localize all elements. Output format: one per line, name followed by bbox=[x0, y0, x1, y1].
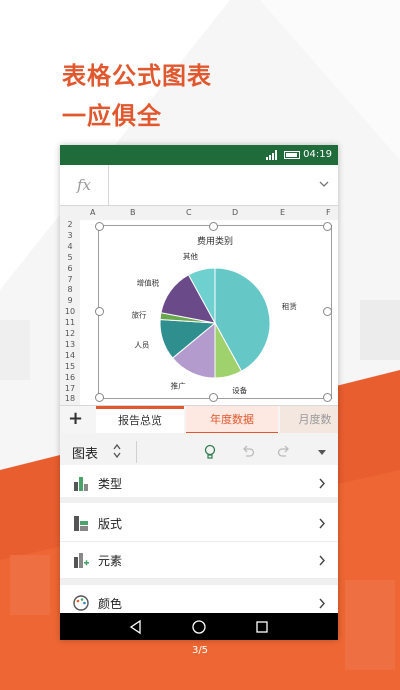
row-header[interactable]: 12 bbox=[60, 329, 80, 338]
lightbulb-icon[interactable] bbox=[202, 444, 218, 460]
menu-item-label: 颜色 bbox=[98, 597, 123, 611]
resize-handle[interactable] bbox=[209, 222, 218, 231]
menu-item-label: 版式 bbox=[98, 517, 123, 531]
chart-object[interactable]: 费用类别 租赁设备 推广 人员 旅行 增值税 其他 bbox=[98, 225, 332, 399]
column-header[interactable]: C bbox=[186, 208, 192, 217]
signal-icon bbox=[266, 150, 277, 160]
promo-headline-line2: 一应俱全 bbox=[62, 102, 162, 130]
status-time: 04:19 bbox=[303, 149, 332, 160]
column-header[interactable]: B bbox=[130, 208, 136, 217]
column-header[interactable]: A bbox=[90, 208, 95, 217]
row-header[interactable]: 7 bbox=[60, 275, 80, 284]
redo-icon[interactable] bbox=[276, 444, 292, 460]
menu-item-label: 类型 bbox=[98, 477, 123, 491]
pie-slice-label: 人员 bbox=[134, 340, 149, 349]
resize-handle[interactable] bbox=[323, 393, 332, 402]
column-header[interactable]: F bbox=[326, 208, 331, 217]
pie-slice-label: 推广 bbox=[171, 380, 186, 390]
resize-handle[interactable] bbox=[323, 307, 332, 316]
chevron-down-icon[interactable] bbox=[318, 178, 330, 190]
layout-icon bbox=[74, 516, 88, 531]
page-indicator: 3/5 bbox=[191, 645, 209, 656]
status-bar: 04:19 bbox=[60, 145, 338, 165]
dropdown-icon[interactable] bbox=[314, 444, 330, 460]
sheet-tabs: + 报告总览 年度数据 月度数 bbox=[60, 405, 338, 434]
promo-headline-line1: 表格公式图表 bbox=[62, 62, 212, 90]
battery-icon bbox=[284, 151, 300, 159]
chevron-right-icon bbox=[319, 518, 325, 529]
resize-handle[interactable] bbox=[209, 393, 218, 402]
chart-type-icon bbox=[74, 477, 88, 491]
palette-icon bbox=[73, 595, 89, 611]
back-icon[interactable] bbox=[128, 619, 144, 635]
elements-icon bbox=[74, 553, 89, 568]
chevron-right-icon bbox=[319, 555, 325, 566]
android-nav-bar bbox=[60, 613, 338, 640]
resize-handle[interactable] bbox=[95, 307, 104, 316]
column-header[interactable]: E bbox=[280, 208, 285, 217]
row-header[interactable]: 15 bbox=[60, 362, 80, 371]
add-sheet-icon[interactable]: + bbox=[68, 408, 83, 429]
divider bbox=[60, 497, 338, 503]
pie-slice-label: 租赁 bbox=[282, 302, 297, 311]
column-header[interactable]: D bbox=[232, 208, 238, 217]
swap-icon[interactable] bbox=[112, 443, 122, 459]
recents-icon[interactable] bbox=[254, 619, 270, 635]
pie-slice-label: 其他 bbox=[183, 251, 198, 261]
row-header[interactable]: 14 bbox=[60, 351, 80, 360]
row-header[interactable]: 18 bbox=[60, 394, 80, 403]
row-header[interactable]: 8 bbox=[60, 285, 80, 294]
row-headers: 2 3 4 5 6 7 8 9 10 11 12 13 14 15 16 17 18 bbox=[60, 220, 81, 405]
phone-screen: 04:19 fx A B C D E F 2 3 4 5 6 7 8 9 10 11 12 13 14 1… bbox=[60, 145, 338, 640]
undo-icon[interactable] bbox=[240, 444, 256, 460]
row-header[interactable]: 9 bbox=[60, 296, 80, 305]
chevron-right-icon bbox=[319, 598, 325, 609]
formula-bar[interactable]: fx bbox=[60, 165, 338, 206]
resize-handle[interactable] bbox=[95, 393, 104, 402]
pie-slice-label: 旅行 bbox=[132, 309, 147, 319]
pie-slice-label: 设备 bbox=[232, 385, 247, 395]
menu-item-layout[interactable]: 版式 bbox=[60, 505, 338, 542]
divider bbox=[136, 441, 137, 463]
tab-monthly-data[interactable]: 月度数 bbox=[280, 406, 338, 434]
row-header[interactable]: 16 bbox=[60, 373, 80, 382]
tab-report-overview[interactable]: 报告总览 bbox=[96, 406, 184, 434]
row-header[interactable]: 6 bbox=[60, 264, 80, 273]
column-headers: A B C D E F bbox=[60, 206, 338, 221]
row-header[interactable]: 13 bbox=[60, 340, 80, 349]
row-header[interactable]: 5 bbox=[60, 253, 80, 262]
menu-item-label: 元素 bbox=[98, 554, 123, 568]
chart-title: 费用类别 bbox=[197, 235, 233, 247]
row-header[interactable]: 17 bbox=[60, 384, 80, 393]
home-icon[interactable] bbox=[191, 619, 207, 635]
row-header[interactable]: 4 bbox=[60, 242, 80, 251]
resize-handle[interactable] bbox=[95, 222, 104, 231]
toolbar-title[interactable]: 图表 bbox=[72, 443, 98, 462]
row-header[interactable]: 2 bbox=[60, 220, 80, 229]
fx-icon[interactable]: fx bbox=[60, 165, 109, 205]
row-header[interactable]: 10 bbox=[60, 307, 80, 316]
pie-slice-label: 增值税 bbox=[137, 277, 160, 287]
resize-handle[interactable] bbox=[323, 222, 332, 231]
menu-item-elements[interactable]: 元素 bbox=[60, 542, 338, 579]
pie-chart[interactable]: 费用类别 租赁设备 推广 人员 旅行 增值税 其他 bbox=[99, 226, 331, 398]
tab-annual-data[interactable]: 年度数据 bbox=[186, 406, 278, 434]
row-header[interactable]: 3 bbox=[60, 231, 80, 240]
row-header[interactable]: 11 bbox=[60, 318, 80, 327]
chevron-right-icon bbox=[319, 478, 325, 489]
